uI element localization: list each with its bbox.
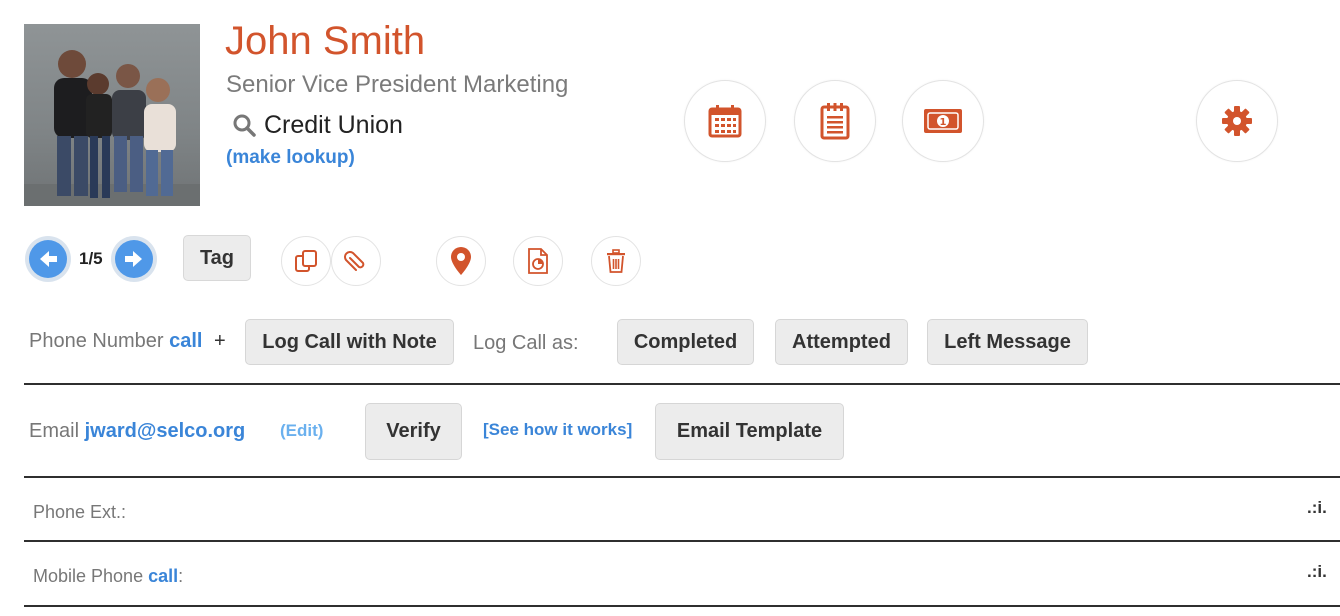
drag-handle-icon[interactable]: .:i. (1307, 498, 1327, 518)
email-row: Email jward@selco.org (29, 420, 245, 443)
phone-number-row: Phone Number call + (29, 330, 226, 353)
log-call-with-note-button[interactable]: Log Call with Note (245, 319, 454, 365)
arrow-right-icon (125, 251, 142, 267)
contact-photo (24, 24, 200, 206)
report-button[interactable] (513, 236, 563, 286)
add-phone-plus[interactable]: + (214, 330, 226, 352)
log-attempted-button[interactable]: Attempted (775, 319, 908, 365)
contact-name: John Smith (225, 19, 426, 63)
deal-button[interactable]: 1 (902, 80, 984, 162)
next-record-button[interactable] (111, 236, 157, 282)
edit-email-link[interactable]: (Edit) (280, 421, 323, 441)
calendar-icon (708, 105, 742, 138)
log-left-message-button[interactable]: Left Message (927, 319, 1088, 365)
log-completed-button[interactable]: Completed (617, 319, 754, 365)
record-position: 1/5 (79, 249, 103, 268)
mobile-phone-label: Mobile Phone (33, 566, 144, 586)
search-icon[interactable] (232, 113, 256, 137)
drag-handle-icon[interactable]: .:i. (1307, 562, 1327, 582)
document-chart-icon (528, 248, 548, 274)
gear-icon (1222, 106, 1252, 136)
attachment-button[interactable] (331, 236, 381, 286)
settings-button[interactable] (1196, 80, 1278, 162)
divider (24, 383, 1340, 385)
company-row: Credit Union (232, 110, 403, 140)
divider (24, 476, 1340, 478)
copy-icon (295, 250, 317, 272)
paperclip-icon (344, 251, 365, 271)
notes-button[interactable] (794, 80, 876, 162)
duplicate-button[interactable] (281, 236, 331, 286)
phone-call-link[interactable]: call (169, 330, 202, 352)
verify-email-button[interactable]: Verify (365, 403, 462, 460)
previous-record-button[interactable] (25, 236, 71, 282)
map-location-button[interactable] (436, 236, 486, 286)
divider (24, 605, 1340, 607)
phone-number-label: Phone Number (29, 330, 164, 352)
delete-button[interactable] (591, 236, 641, 286)
see-how-it-works-link[interactable]: [See how it works] (483, 420, 632, 440)
tag-button[interactable]: Tag (183, 235, 251, 281)
log-call-as-label: Log Call as: (473, 332, 579, 354)
company-name: Credit Union (264, 110, 403, 139)
arrow-left-icon (40, 251, 57, 267)
contact-title: Senior Vice President Marketing (226, 71, 569, 98)
notepad-icon (820, 103, 850, 140)
svg-text:1: 1 (940, 117, 947, 128)
family-photo-image (24, 50, 200, 206)
divider (24, 540, 1340, 542)
calendar-button[interactable] (684, 80, 766, 162)
mobile-colon: : (178, 566, 184, 586)
phone-ext-label: Phone Ext.: (33, 502, 127, 522)
email-address-link[interactable]: jward@selco.org (85, 420, 246, 442)
email-template-button[interactable]: Email Template (655, 403, 844, 460)
email-label: Email (29, 420, 80, 442)
money-icon: 1 (924, 109, 962, 133)
trash-icon (607, 249, 625, 273)
make-lookup-link[interactable]: (make lookup) (226, 147, 355, 169)
mobile-call-link[interactable]: call (148, 566, 178, 586)
map-pin-icon (451, 247, 471, 275)
mobile-phone-row: Mobile Phone call: (33, 566, 183, 587)
